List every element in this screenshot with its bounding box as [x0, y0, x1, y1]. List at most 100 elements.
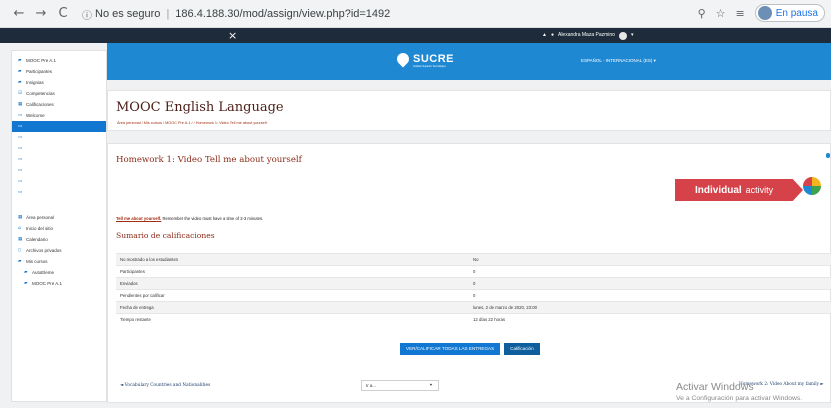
sidebar-item-section[interactable]: ▭ [12, 154, 106, 165]
jump-to-label: Ir a... [366, 383, 376, 388]
sidebar-item-section[interactable]: ▭ [12, 132, 106, 143]
sidebar-item-label: AutoEleme [32, 270, 55, 275]
row-value: 0 [469, 289, 831, 302]
sidebar-item-grades[interactable]: ▦ Calificaciones [12, 99, 106, 110]
individual-activity-banner: Individual activity [675, 177, 821, 203]
gear-icon [803, 177, 821, 195]
table-row: No mostrado a los estudiantes No [116, 253, 831, 266]
sidebar-item-label: Calificaciones [26, 102, 54, 107]
row-label: Pendientes por calificar [116, 289, 469, 302]
settings-gear-icon[interactable] [826, 153, 830, 158]
sidebar-item-mooc[interactable]: ▰ MOOC Pre A.1 [12, 278, 106, 289]
close-drawer-icon[interactable]: × [228, 28, 237, 43]
dashboard-icon: ▦ [18, 215, 23, 220]
view-grade-submissions-button[interactable]: VER/CALIFICAR TODAS LAS ENTREGAS [400, 343, 501, 355]
sidebar-item-home[interactable]: ⌂ Inicio del sitio [12, 223, 106, 234]
bell-icon[interactable]: ▲ [542, 28, 547, 43]
sidebar-item-autoeleme[interactable]: ▰ AutoEleme [12, 267, 106, 278]
table-row: Enviados 0 [116, 277, 831, 290]
sidebar-item-label: Mis cursos [26, 259, 48, 264]
sidebar-item-dashboard[interactable]: ▦ Área personal [12, 212, 106, 223]
page-title: MOOC English Language [116, 100, 284, 115]
row-value: lunes, 2 de marzo de 2020, 23:00 [469, 301, 831, 314]
sidebar-item-label: Participantes [26, 69, 53, 74]
table-icon: ▦ [18, 102, 23, 107]
folder-icon: ▭ [18, 124, 23, 129]
folder-icon: ▭ [18, 135, 23, 140]
back-icon[interactable]: ← [8, 6, 30, 21]
table-row: Pendientes por calificar 0 [116, 289, 831, 302]
sidebar-item-private-files[interactable]: ▯ Archivos privados [12, 245, 106, 256]
chevron-down-icon: ▾ [630, 32, 634, 38]
sidebar-item-section-active[interactable]: ▭ [12, 121, 106, 132]
logo-tagline: Instituto Superior Tecnológico [413, 65, 446, 68]
language-menu[interactable]: ESPAÑOL - INTERNACIONAL (ES) ▾ [581, 58, 656, 64]
reload-icon[interactable]: C [52, 6, 74, 21]
sidebar-item-label: Archivos privados [26, 248, 62, 253]
folder-icon: ▭ [18, 157, 23, 162]
folder-icon: ▭ [18, 146, 23, 151]
sidebar-item-competencies[interactable]: ☑ Competencias [12, 88, 106, 99]
graduation-cap-icon: ▰ [18, 58, 22, 63]
course-header: MOOC English Language Área personal / Mi… [107, 90, 831, 131]
sidebar-item-section[interactable]: ▭ [12, 143, 106, 154]
user-menu[interactable]: ▲ ● Alexandra Maza Pazmino ▾ [542, 28, 633, 43]
reading-list-icon[interactable]: ≡ [736, 7, 745, 20]
browser-toolbar: ← → C ⓘ No es seguro | 186.4.188.30/mod/… [0, 0, 831, 28]
sidebar-item-welcome[interactable]: ▭ Welcome [12, 110, 106, 121]
pause-label: En pausa [775, 7, 818, 19]
sidebar-item-course[interactable]: ▰ MOOC Pre A.1 [12, 55, 106, 66]
avatar [757, 6, 772, 20]
banner-text: activity [745, 185, 774, 195]
info-icon[interactable]: ⓘ [82, 7, 92, 22]
profile-pause-button[interactable]: En pausa [754, 4, 825, 22]
sidebar-item-section[interactable]: ▭ [12, 187, 106, 198]
check-icon: ☑ [18, 91, 23, 96]
assignment-panel: Homework 1: Video Tell me about yourself… [107, 143, 831, 403]
folder-icon: ▭ [18, 113, 23, 118]
security-label: No es seguro [95, 8, 161, 20]
summary-heading: Sumario de calificaciones [116, 231, 215, 240]
instruction-link[interactable]: Tell me about yourself. [116, 216, 161, 221]
row-label: Participantes [116, 265, 469, 278]
sidebar-item-badges[interactable]: ▰ Insignias [12, 77, 106, 88]
sidebar-item-label: Calendario [26, 237, 48, 242]
sidebar-item-my-courses[interactable]: ▰ Mis cursos [12, 256, 106, 267]
graduation-cap-icon: ▰ [24, 281, 28, 286]
folder-icon: ▭ [18, 190, 23, 195]
users-icon: ▰ [18, 69, 22, 74]
address-bar[interactable]: ⓘ No es seguro | 186.4.188.30/mod/assign… [82, 4, 642, 24]
row-value: 12 días 22 horas [469, 313, 831, 326]
chat-icon[interactable]: ● [551, 28, 554, 43]
sidebar-item-label: Inicio del sitio [26, 226, 54, 231]
logo-mark-icon [394, 50, 412, 68]
moodle-navbar: × ▲ ● Alexandra Maza Pazmino ▾ [0, 28, 831, 43]
watermark-title: Activar Windows [676, 381, 754, 393]
row-label: No mostrado a los estudiantes [116, 253, 469, 266]
grade-button[interactable]: Calificación [504, 343, 540, 355]
calendar-icon: ▦ [18, 237, 23, 242]
forward-icon[interactable]: → [30, 6, 52, 21]
star-icon[interactable]: ☆ [716, 7, 726, 20]
row-value: 0 [469, 265, 831, 278]
jump-to-select[interactable]: Ir a... ▾ [361, 380, 439, 391]
logo-text: SUCRE [413, 53, 455, 65]
sidebar-item-calendar[interactable]: ▦ Calendario [12, 234, 106, 245]
sidebar-item-label: Área personal [26, 215, 55, 220]
zoom-icon[interactable]: ⚲ [698, 7, 706, 20]
banner-arrow: Individual activity [675, 179, 803, 201]
breadcrumb[interactable]: Área personal / Mis cursos / MOOC Pre A.… [117, 121, 267, 125]
user-name: Alexandra Maza Pazmino [557, 32, 615, 38]
row-label: Enviados [116, 277, 469, 290]
sidebar-item-participants[interactable]: ▰ Participantes [12, 66, 106, 77]
graduation-cap-icon: ▰ [18, 259, 22, 264]
home-icon: ⌂ [18, 226, 21, 231]
table-row: Participantes 0 [116, 265, 831, 278]
sidebar-item-section[interactable]: ▭ [12, 176, 106, 187]
site-logo[interactable]: SUCRE Instituto Superior Tecnológico [394, 50, 455, 68]
sidebar-item-label: Insignias [26, 80, 44, 85]
banner-strong-text: Individual [695, 184, 742, 196]
previous-activity-link[interactable]: ◄ Vocabulary Countries and Nationalities [120, 383, 210, 388]
url-text[interactable]: 186.4.188.30/mod/assign/view.php?id=1492 [175, 8, 390, 20]
sidebar-item-section[interactable]: ▭ [12, 165, 106, 176]
